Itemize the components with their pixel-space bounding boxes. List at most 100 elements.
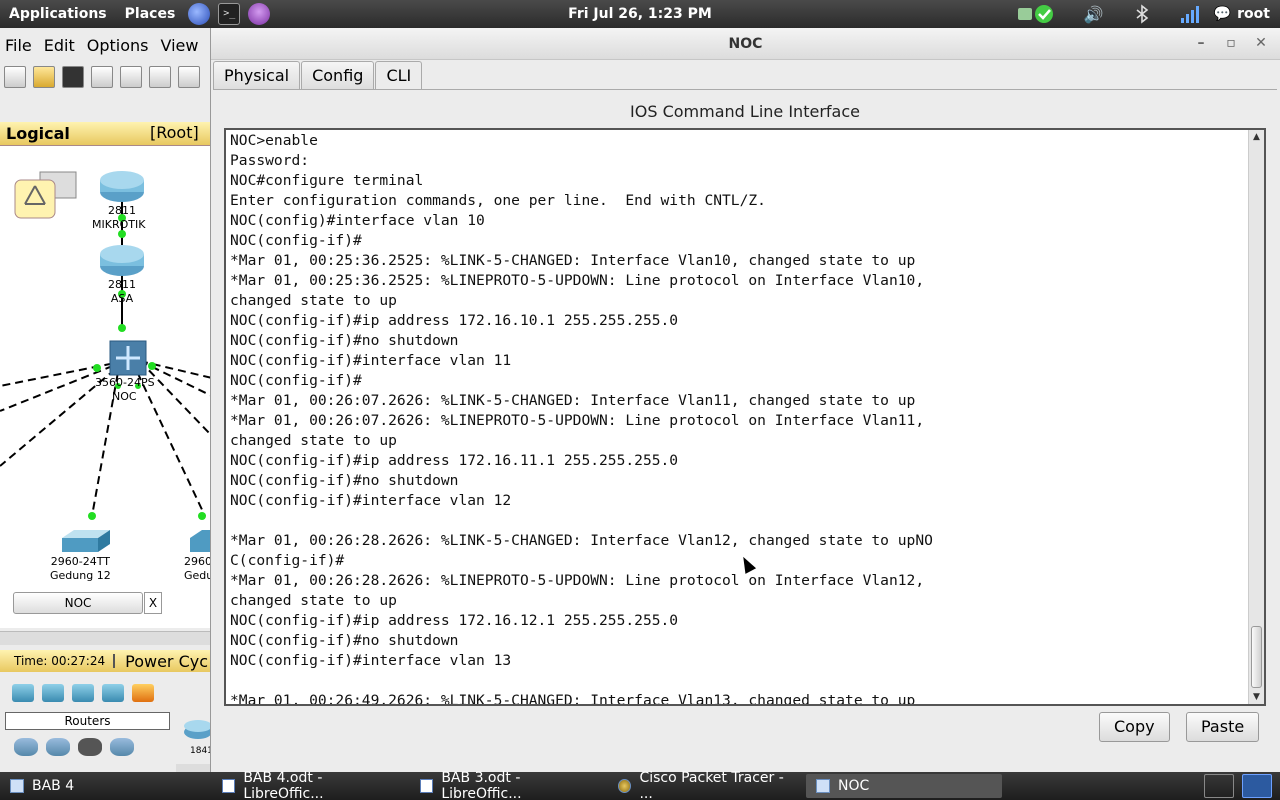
window-title: NOC [728,36,763,52]
cli-tab-body: IOS Command Line Interface NOC>enable Pas… [213,89,1277,709]
pt-menu-options[interactable]: Options [87,36,149,55]
chat-bubble-icon: 💬 [1213,6,1232,22]
cli-line: *Mar 01, 00:25:36.2525: %LINK-5-CHANGED:… [230,252,916,269]
user-menu[interactable]: 💬 root [1214,6,1270,22]
scroll-up-icon[interactable]: ▲ [1249,130,1264,144]
update-notifier-icon[interactable] [1016,4,1056,24]
cli-vertical-scrollbar[interactable]: ▲ ▼ [1248,130,1264,704]
cli-line: NOC(config-if)#ip address 172.16.11.1 25… [230,452,679,469]
pt-menu-edit[interactable]: Edit [44,36,75,55]
print-icon[interactable] [91,66,113,88]
tab-cli[interactable]: CLI [375,61,423,90]
noc-titlebar[interactable]: NOC – ▫ ✕ [211,28,1280,60]
places-menu[interactable]: Places [116,0,185,28]
end-devices-icon[interactable] [14,738,38,756]
cli-line: *Mar 01, 00:26:49.2626: %LINK-5-CHANGED:… [230,692,916,706]
custom-devices-icon[interactable] [78,738,102,756]
save-icon[interactable] [62,66,84,88]
task-packet-tracer[interactable]: Cisco Packet Tracer - ... [608,770,804,800]
tab-physical[interactable]: Physical [213,61,301,89]
logical-tab[interactable]: Logical [6,124,70,143]
device-name-gedung-12[interactable]: Gedung 12 [50,569,111,583]
pt-menu-view[interactable]: View [161,36,199,55]
cli-line: *Mar 01, 00:26:28.2626: %LINK-5-CHANGED:… [230,532,933,549]
device-name-gedung-13[interactable]: Gedu [184,569,212,583]
cli-line: NOC(config-if)#interface vlan 12 [230,492,512,509]
bottom-taskbar: BAB 4 BAB 4.odt - LibreOffic... BAB 3.od… [0,770,1280,800]
network-signal-icon[interactable] [1180,4,1200,24]
workspace-switcher[interactable] [1242,774,1272,798]
cli-line: NOC>enable [230,132,318,149]
routers-category-icon[interactable] [12,684,34,702]
power-cycle-button[interactable]: Power Cyc [115,652,208,671]
cli-line: changed state to up [230,292,397,309]
cli-output[interactable]: NOC>enable Password: NOC#configure termina… [230,131,1240,706]
applications-menu[interactable]: Applications [0,0,116,28]
router-model-1841[interactable]: 1841 [178,716,213,756]
volume-icon[interactable]: 🔊 [1084,4,1104,24]
pt-toolbar [0,62,212,92]
task-bab3-odt[interactable]: BAB 3.odt - LibreOffic... [410,770,606,800]
task-bab4-folder[interactable]: BAB 4 [0,774,210,798]
device-name-asa[interactable]: ASA [108,292,136,306]
user-name: root [1237,6,1270,22]
hubs-category-icon[interactable] [72,684,94,702]
root-breadcrumb[interactable]: [Root] [150,123,199,142]
device-name-noc[interactable]: NOC [112,390,137,404]
cli-terminal[interactable]: NOC>enable Password: NOC#configure termina… [224,128,1266,706]
scroll-thumb[interactable] [1251,626,1262,688]
multiuser-icon[interactable] [110,738,134,756]
new-file-icon[interactable] [4,66,26,88]
activity-wizard-icon[interactable] [120,66,142,88]
task-label: BAB 4.odt - LibreOffic... [243,770,324,800]
terminal-launcher-icon[interactable]: >_ [218,3,241,25]
wan-emulation-icon[interactable] [46,738,70,756]
copy-button[interactable]: Copy [1099,712,1170,742]
switches-category-icon[interactable] [42,684,64,702]
simulation-time: Time: 00:27:24 [0,654,116,668]
copy-icon[interactable] [149,66,171,88]
task-label: BAB 4 [32,778,75,794]
show-desktop-icon[interactable] [1204,774,1234,798]
device-type-selection: Routers 1841 [0,676,213,778]
device-tabs: Physical Config CLI [213,61,423,90]
connections-category-icon[interactable] [132,684,154,702]
open-folder-icon[interactable] [33,66,55,88]
web-browser-launcher-icon[interactable] [188,3,211,25]
close-icon[interactable]: ✕ [1248,32,1274,56]
packet-tracer-icon [618,779,632,793]
cli-line: *Mar 01, 00:26:28.2626: %LINEPROTO-5-UPD… [230,572,925,589]
cli-line: NOC(config-if)#ip address 172.16.12.1 25… [230,612,679,629]
paste-button[interactable]: Paste [1186,712,1260,742]
wireless-category-icon[interactable] [102,684,124,702]
cli-line [230,671,1240,691]
router-model-label: 1841 [190,746,213,756]
device-model-gedung-12: 2960-24TT [50,555,110,568]
pt-menu-file[interactable]: File [5,36,32,55]
paste-icon[interactable] [178,66,200,88]
logical-workspace[interactable]: 2811 MIKROTIK 2811 ASA 3560-24PS NOC 296… [0,146,212,628]
device-find-field[interactable]: NOC [13,592,143,614]
cli-line: *Mar 01, 00:26:07.2626: %LINEPROTO-5-UPD… [230,412,925,429]
cli-line: NOC(config)#interface vlan 10 [230,212,485,229]
scroll-down-icon[interactable]: ▼ [1249,690,1264,704]
cli-line: NOC(config-if)#ip address 172.16.10.1 25… [230,312,679,329]
device-find-clear-button[interactable]: X [144,592,162,614]
cli-line: C(config-if)# [230,552,345,569]
messenger-launcher-icon[interactable] [248,3,271,25]
bluetooth-icon[interactable] [1132,4,1152,24]
cli-line: NOC#configure terminal [230,172,424,189]
task-bab4-odt[interactable]: BAB 4.odt - LibreOffic... [212,770,408,800]
task-noc[interactable]: NOC [806,774,1002,798]
packet-tracer-window: File Edit Options View T Logical [Root] [0,28,220,778]
cli-line: Enter configuration commands, one per li… [230,192,766,209]
folder-icon [10,779,24,793]
device-name-mikrotik[interactable]: MIKROTIK [92,218,145,232]
minimize-icon[interactable]: – [1188,32,1214,56]
maximize-icon[interactable]: ▫ [1218,32,1244,56]
cli-line: NOC(config-if)# [230,372,362,389]
tab-config[interactable]: Config [301,61,375,89]
system-tray: 🔊 💬 root [1002,0,1280,28]
cli-line: NOC(config-if)#no shutdown [230,332,459,349]
workspace-horizontal-scrollbar[interactable] [0,631,212,645]
